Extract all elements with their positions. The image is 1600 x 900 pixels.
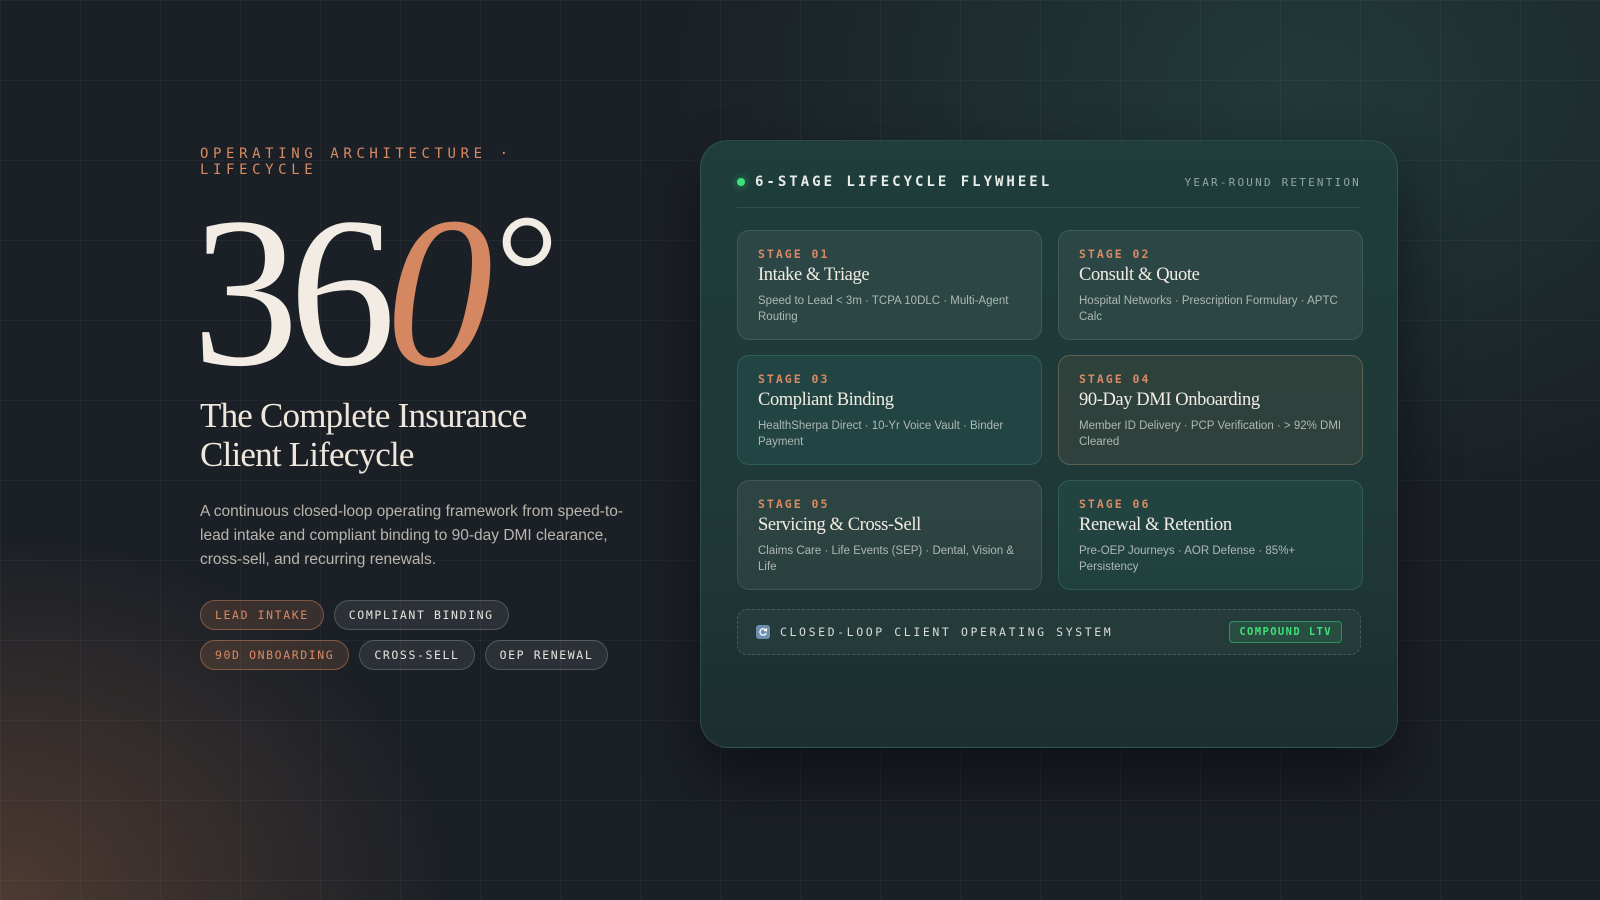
panel-subtitle: YEAR-ROUND RETENTION: [1184, 175, 1361, 189]
lifecycle-panel: 6-STAGE LIFECYCLE FLYWHEEL YEAR-ROUND RE…: [700, 140, 1398, 748]
stage-number: STAGE 05: [758, 497, 830, 511]
hero-degree-number: 360°: [192, 186, 640, 400]
tag-compliant-binding: COMPLIANT BINDING: [333, 600, 509, 630]
stage-detail: Claims Care · Life Events (SEP) · Dental…: [758, 545, 1015, 573]
stage-card-04: STAGE 04 90-Day DMI Onboarding Member ID…: [1058, 355, 1363, 465]
stage-detail: Hospital Networks · Prescription Formula…: [1079, 295, 1338, 323]
stage-number: STAGE 03: [758, 372, 830, 386]
tag-oep-renewal: OEP RENEWAL: [484, 640, 609, 670]
stage-grid: STAGE 01 Intake & Triage Speed to Lead <…: [737, 230, 1363, 590]
hero-description: A continuous closed-loop operating frame…: [200, 503, 624, 568]
stage-detail: Pre-OEP Journeys · AOR Defense · 85%+ Pe…: [1079, 545, 1296, 573]
stage-card-01: STAGE 01 Intake & Triage Speed to Lead <…: [737, 230, 1042, 340]
stage-name: Renewal & Retention: [1079, 515, 1232, 535]
panel-title: 6-STAGE LIFECYCLE FLYWHEEL: [755, 174, 1053, 190]
cycle-icon: [756, 625, 770, 639]
stage-detail: HealthSherpa Direct · 10-Yr Voice Vault …: [758, 420, 1004, 448]
stage-card-06: STAGE 06 Renewal & Retention Pre-OEP Jou…: [1058, 480, 1363, 590]
compound-ltv-badge: COMPOUND LTV: [1229, 621, 1342, 643]
hero-number-accent: 0: [386, 174, 493, 411]
stage-name: Servicing & Cross-Sell: [758, 515, 921, 535]
hero-number-unit: °: [495, 181, 559, 359]
closed-loop-label-group: CLOSED-LOOP CLIENT OPERATING SYSTEM: [756, 625, 1113, 639]
stage-card-03: STAGE 03 Compliant Binding HealthSherpa …: [737, 355, 1042, 465]
stage-name: Intake & Triage: [758, 265, 870, 285]
stage-name: Compliant Binding: [758, 390, 894, 410]
stage-name: 90-Day DMI Onboarding: [1079, 390, 1260, 410]
hero-number-main: 36: [192, 174, 396, 411]
page-title: The Complete Insurance Client Lifecycle: [200, 396, 527, 474]
stage-number: STAGE 01: [758, 247, 830, 261]
tag-cross-sell: CROSS-SELL: [359, 640, 475, 670]
status-dot-icon: [737, 178, 745, 186]
stage-number: STAGE 04: [1079, 372, 1151, 386]
panel-title-group: 6-STAGE LIFECYCLE FLYWHEEL: [737, 174, 1052, 190]
closed-loop-bar: CLOSED-LOOP CLIENT OPERATING SYSTEM COMP…: [737, 609, 1361, 655]
tag-lead-intake: LEAD INTAKE: [200, 600, 324, 630]
stage-detail: Speed to Lead < 3m · TCPA 10DLC · Multi-…: [758, 295, 1009, 323]
stage-number: STAGE 06: [1079, 497, 1151, 511]
tag-list: LEAD INTAKE COMPLIANT BINDING 90D ONBOAR…: [200, 600, 620, 670]
stage-number: STAGE 02: [1079, 247, 1151, 261]
stage-name: Consult & Quote: [1079, 265, 1200, 285]
stage-detail: Member ID Delivery · PCP Verification · …: [1079, 420, 1342, 448]
stage-card-05: STAGE 05 Servicing & Cross-Sell Claims C…: [737, 480, 1042, 590]
hero-section: OPERATING ARCHITECTURE · LIFECYCLE 360° …: [192, 140, 640, 670]
panel-header: 6-STAGE LIFECYCLE FLYWHEEL YEAR-ROUND RE…: [737, 171, 1361, 208]
tag-90d-onboarding: 90D ONBOARDING: [200, 640, 350, 670]
stage-card-02: STAGE 02 Consult & Quote Hospital Networ…: [1058, 230, 1363, 340]
closed-loop-label: CLOSED-LOOP CLIENT OPERATING SYSTEM: [780, 625, 1114, 639]
